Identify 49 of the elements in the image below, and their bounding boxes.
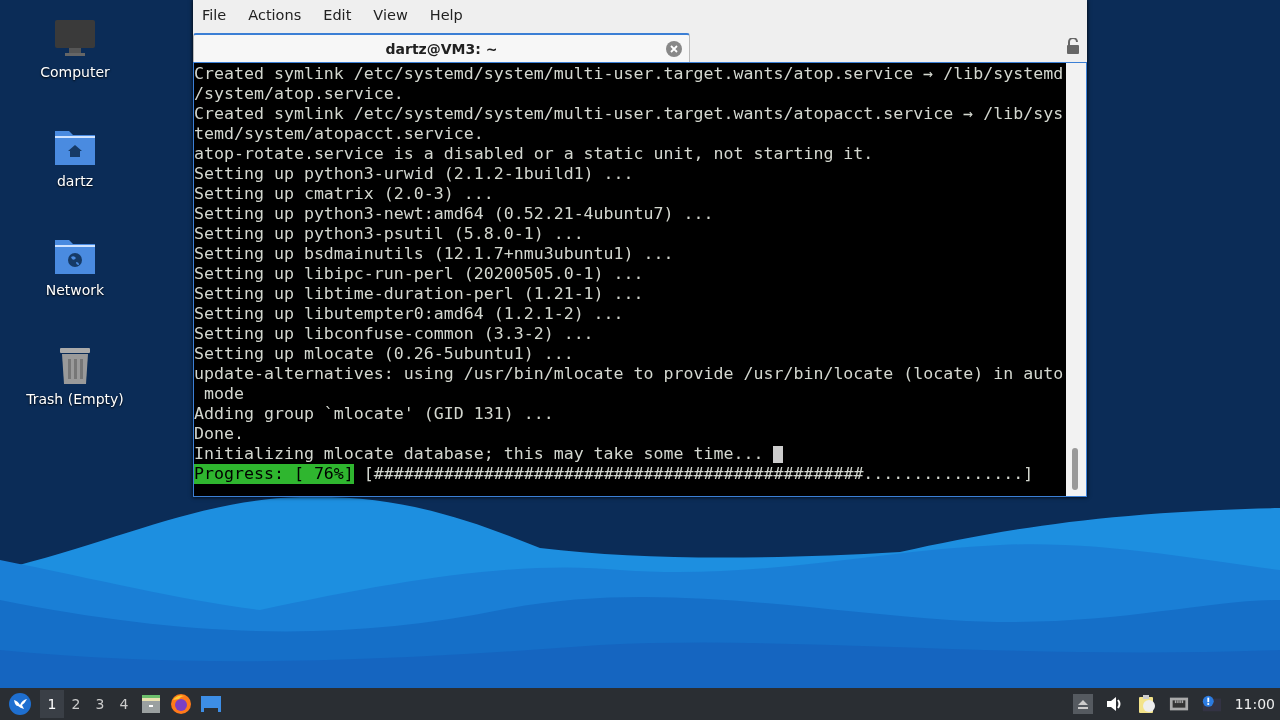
terminal-line: Setting up mlocate (0.26-5ubuntu1) ...	[194, 344, 574, 364]
icon-label[interactable]: Network	[45, 282, 105, 298]
close-icon[interactable]	[666, 40, 682, 57]
workspace-button[interactable]: 1	[40, 690, 64, 718]
menu-item[interactable]: File	[202, 7, 237, 23]
terminal-line: Initializing mlocate database; this may take some time...	[194, 444, 765, 464]
eject-icon[interactable]	[1072, 694, 1093, 714]
menu-item[interactable]: View	[373, 7, 418, 23]
terminal-line: Setting up python3-newt:amd64 (0.52.21-4ubuntu7) ...	[194, 204, 714, 224]
scroll-thumb[interactable]	[1072, 448, 1078, 490]
workspace-button[interactable]: 2	[64, 690, 88, 718]
progress-label: Progress: [ 76%]	[194, 464, 354, 484]
terminal-tab[interactable]: dartz@VM3: ~	[193, 33, 690, 62]
menu-item[interactable]: Actions	[248, 7, 312, 23]
terminal-line: mode	[203, 384, 244, 404]
terminal-line: Setting up bsdmainutils (12.1.7+nmu3ubuntu1) ...	[194, 244, 674, 264]
terminal-line: Setting up libtime-duration-perl (1.21-1) ...	[194, 284, 644, 304]
terminal-line: temd/system/atopacct.service.	[194, 124, 484, 144]
notification-icon[interactable]	[1200, 694, 1221, 714]
progress-bar-text: [#################################################................]	[363, 464, 1034, 484]
terminal-line: Setting up libconfuse-common (3.3-2) ...	[194, 324, 594, 344]
menu-item[interactable]: Help	[429, 7, 473, 23]
terminal-line: Setting up python3-psutil (5.8.0-1) ...	[194, 224, 584, 244]
terminal-line: Done.	[194, 424, 244, 444]
terminal-line: Adding group `mlocate' (GID 131) ...	[194, 404, 554, 424]
terminal-line: /system/atop.service.	[194, 84, 404, 104]
terminal-line: Setting up cmatrix (2.0-3) ...	[194, 184, 494, 204]
terminal-line: Setting up libipc-run-perl (20200505.0-1) ...	[194, 264, 644, 284]
workspace-button[interactable]: 3	[88, 690, 112, 718]
icon-label[interactable]: Trash (Empty)	[26, 391, 124, 407]
workspace-button[interactable]: 4	[112, 690, 136, 718]
terminal-line: update-alternatives: using /usr/bin/mlocate to provide /usr/bin/locate (locate) in auto	[194, 364, 1064, 384]
scrollbar[interactable]	[1066, 63, 1086, 496]
browser-icon[interactable]	[169, 692, 193, 716]
icon-label[interactable]: Computer	[40, 64, 110, 80]
monitor-icon[interactable]	[53, 18, 97, 58]
clipboard-icon[interactable]	[1136, 694, 1157, 714]
icon-label[interactable]: dartz	[56, 173, 94, 189]
bird-icon[interactable]	[8, 692, 32, 716]
terminal-line: Created symlink /etc/systemd/system/multi-user.target.wants/atopacct.service → /lib/sys	[194, 104, 1064, 124]
terminal-line: Created symlink /etc/systemd/system/multi-user.target.wants/atop.service → /lib/systemd	[194, 64, 1064, 84]
terminal-line: Setting up libutempter0:amd64 (1.2.1-2) ...	[194, 304, 624, 324]
file-cabinet-icon[interactable]	[139, 692, 163, 716]
lock-icon[interactable]	[1066, 38, 1080, 54]
menu-item[interactable]: Edit	[323, 7, 362, 23]
text-cursor	[773, 445, 784, 463]
terminal-line: atop-rotate.service is a disabled or a static unit, not starting it.	[194, 144, 874, 164]
clock[interactable]: 11:00	[1234, 696, 1275, 712]
terminal-line: Setting up python3-urwid (2.1.2-1build1) ...	[194, 164, 634, 184]
